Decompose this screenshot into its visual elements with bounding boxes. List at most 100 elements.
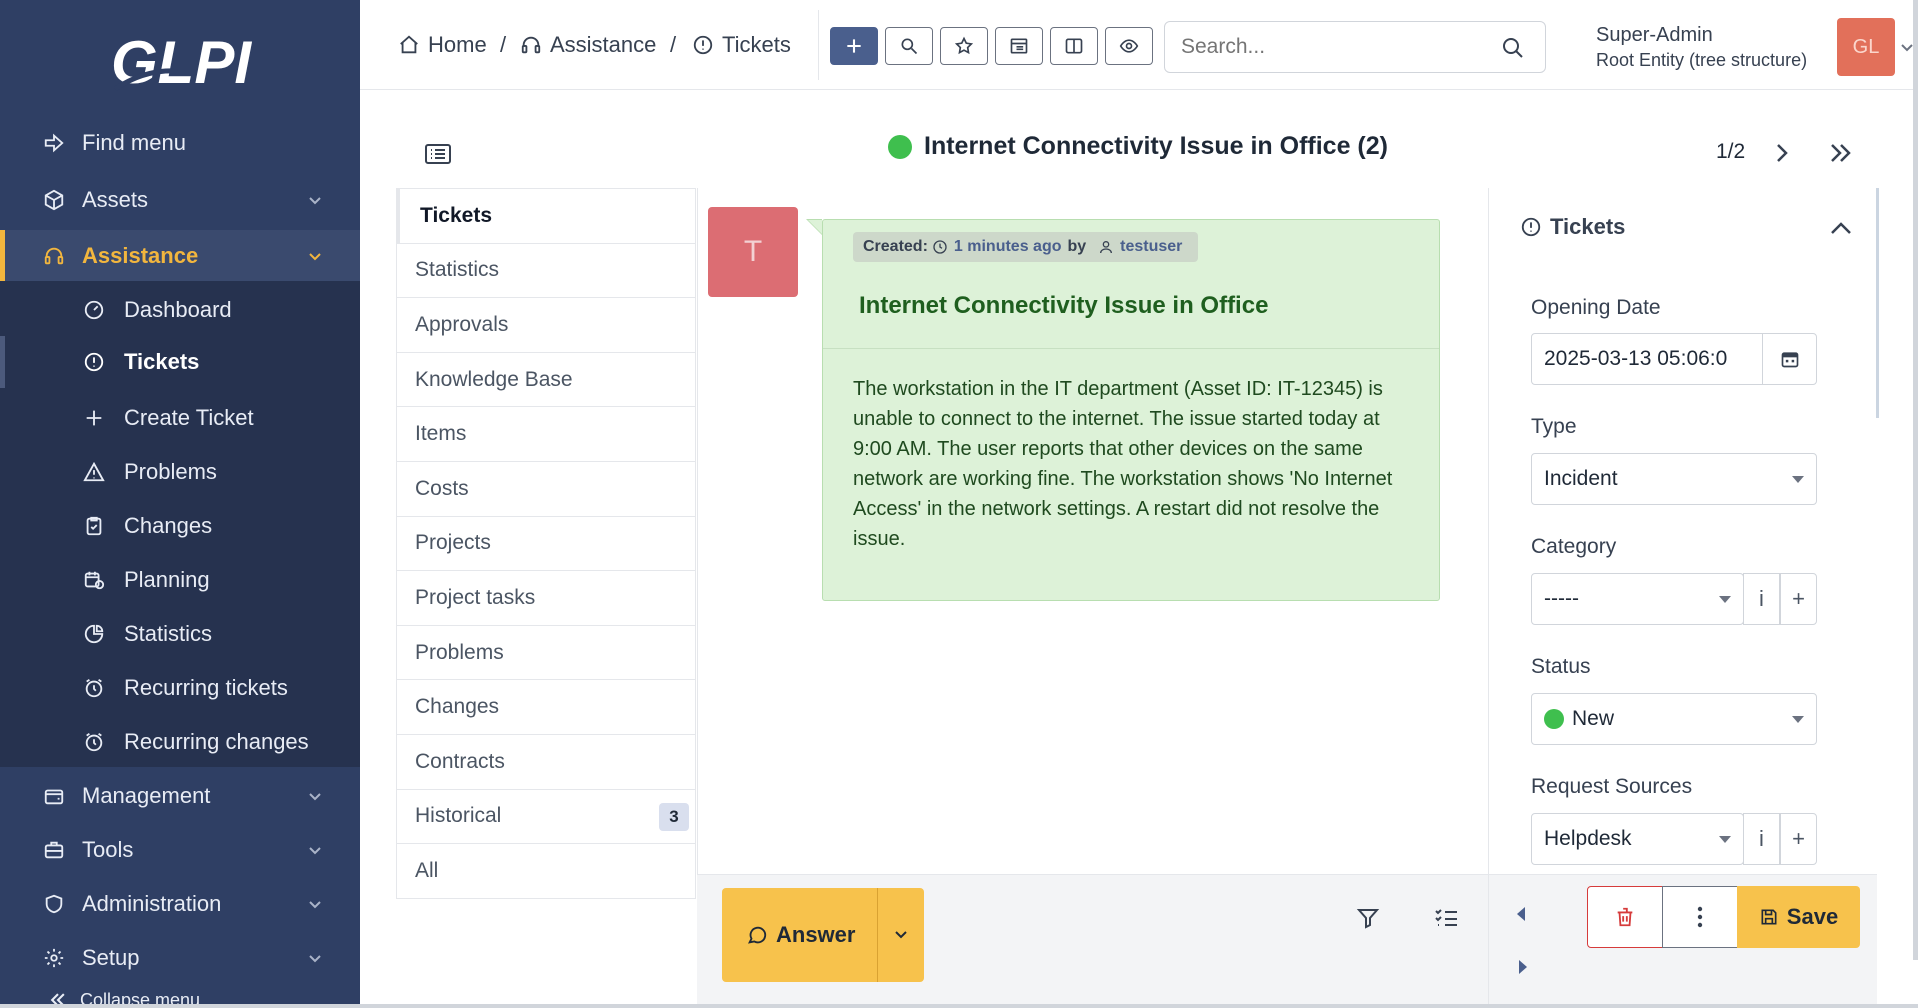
panel-scrollbar[interactable] (1876, 188, 1879, 418)
calendar-button[interactable] (1762, 333, 1817, 385)
page-bottom-edge (0, 1004, 1918, 1008)
tab-project-tasks[interactable]: Project tasks (396, 571, 696, 626)
list-view-icon[interactable] (424, 142, 452, 166)
delete-button[interactable] (1587, 886, 1663, 948)
sidebar-item-recurring-tickets[interactable]: Recurring tickets (0, 668, 360, 708)
opening-date-input[interactable]: 2025-03-13 05:06:0 (1531, 333, 1763, 385)
category-info-button[interactable]: i (1743, 573, 1780, 625)
templates-button[interactable] (995, 27, 1043, 65)
sidebar-item-tools[interactable]: Tools (0, 830, 360, 870)
double-chevron-right-icon[interactable] (1828, 142, 1854, 164)
sidebar-item-statistics[interactable]: Statistics (0, 614, 360, 654)
tab-projects[interactable]: Projects (396, 516, 696, 572)
checklist-icon[interactable] (1434, 906, 1460, 930)
search-icon[interactable] (1501, 36, 1525, 60)
caret-down-icon (1792, 716, 1804, 723)
tab-label: Historical (415, 804, 502, 828)
header-divider (818, 10, 819, 80)
headset-icon (42, 244, 66, 268)
find-menu[interactable]: Find menu (0, 126, 360, 160)
view-button[interactable] (1105, 27, 1153, 65)
sidebar-item-recurring-changes[interactable]: Recurring changes (0, 722, 360, 762)
sidebar-item-assistance[interactable]: Assistance (0, 230, 360, 282)
tab-changes[interactable]: Changes (396, 680, 696, 735)
global-search[interactable] (1164, 21, 1546, 73)
chevron-down-icon[interactable] (1900, 42, 1914, 54)
active-section-accent (0, 230, 5, 282)
search-input[interactable] (1165, 35, 1485, 59)
tab-historical[interactable]: Historical 3 (396, 789, 696, 845)
sidebar-item-dashboard[interactable]: Dashboard (0, 290, 360, 330)
request-source-select[interactable]: Helpdesk (1531, 813, 1744, 865)
tab-statistics[interactable]: Statistics (396, 243, 696, 299)
bubble-divider (823, 348, 1439, 349)
save-button[interactable]: Save (1737, 886, 1860, 948)
author-avatar[interactable]: T (708, 207, 798, 297)
tab-knowledge-base[interactable]: Knowledge Base (396, 352, 696, 408)
user-name[interactable]: Super-Admin (1596, 24, 1713, 47)
opening-date-value: 2025-03-13 05:06:0 (1544, 347, 1728, 370)
user-entity[interactable]: Root Entity (tree structure) (1596, 50, 1807, 71)
tab-all[interactable]: All (396, 844, 696, 899)
layout-icon (1010, 38, 1028, 54)
bookmarks-button[interactable] (940, 27, 988, 65)
breadcrumb-home[interactable]: Home (398, 32, 487, 58)
glpi-logo[interactable]: GLPI (100, 26, 280, 98)
tab-items[interactable]: Items (396, 407, 696, 462)
breadcrumb-assistance[interactable]: Assistance (520, 32, 656, 58)
sidebar-item-problems[interactable]: Problems (0, 452, 360, 492)
status-select[interactable]: New (1531, 693, 1817, 745)
eye-icon (1119, 39, 1139, 53)
request-source-add-button[interactable]: + (1780, 813, 1817, 865)
author-link[interactable]: testuser (1120, 238, 1182, 256)
caret-down-icon (1719, 596, 1731, 603)
floppy-disk-icon (1761, 909, 1777, 925)
window-scrollbar[interactable] (1913, 0, 1918, 960)
answer-button[interactable]: Answer (722, 888, 878, 982)
sidebar-item-changes[interactable]: Changes (0, 506, 360, 546)
chevron-right-icon[interactable] (1772, 142, 1792, 164)
tab-tickets[interactable]: Tickets (396, 189, 696, 244)
sidebar-item-planning[interactable]: Planning (0, 560, 360, 600)
sidebar: GLPI Find menu Assets Assistance Dashboa… (0, 0, 360, 1008)
sidebar-item-create-ticket[interactable]: Create Ticket (0, 398, 360, 438)
clock-icon (933, 240, 947, 254)
more-actions-button[interactable] (1662, 886, 1738, 948)
panel-header[interactable]: Tickets (1520, 214, 1625, 240)
find-menu-label: Find menu (82, 130, 186, 155)
chevron-up-icon[interactable] (1830, 220, 1852, 236)
sidebar-item-assets[interactable]: Assets (0, 180, 360, 220)
tab-costs[interactable]: Costs (396, 461, 696, 517)
category-add-button[interactable]: + (1780, 573, 1817, 625)
answer-button-group: Answer (722, 888, 924, 982)
opening-date-label: Opening Date (1531, 296, 1661, 319)
request-source-info-button[interactable]: i (1743, 813, 1780, 865)
tab-label: Changes (415, 695, 500, 719)
sidebar-item-tickets[interactable]: Tickets (0, 336, 360, 388)
created-label: Created: (863, 238, 928, 255)
category-select[interactable]: ----- (1531, 573, 1744, 625)
exclamation-circle-icon (82, 350, 106, 374)
answer-label: Answer (776, 922, 856, 947)
caret-right-icon[interactable] (1517, 958, 1529, 976)
breadcrumb-tickets[interactable]: Tickets (692, 32, 791, 58)
sidebar-item-management[interactable]: Management (0, 776, 360, 816)
tab-approvals[interactable]: Approvals (396, 298, 696, 353)
type-label: Type (1531, 415, 1577, 438)
breadcrumb-separator: / (670, 32, 677, 57)
ticket-title-text: Internet Connectivity Issue in Office (2… (924, 132, 1388, 160)
caret-left-icon[interactable] (1515, 905, 1527, 923)
type-select[interactable]: Incident (1531, 453, 1817, 505)
tab-label: Items (415, 422, 467, 446)
tab-contracts[interactable]: Contracts (396, 734, 696, 790)
ticket-fields-panel (1488, 188, 1876, 874)
add-button[interactable] (830, 27, 878, 65)
columns-button[interactable] (1050, 27, 1098, 65)
user-avatar[interactable]: GL (1837, 18, 1895, 76)
sidebar-item-administration[interactable]: Administration (0, 884, 360, 924)
sidebar-item-setup[interactable]: Setup (0, 938, 360, 978)
answer-dropdown-toggle[interactable] (878, 929, 924, 941)
filter-icon[interactable] (1356, 906, 1380, 930)
search-list-button[interactable] (885, 27, 933, 65)
tab-problems[interactable]: Problems (396, 625, 696, 681)
